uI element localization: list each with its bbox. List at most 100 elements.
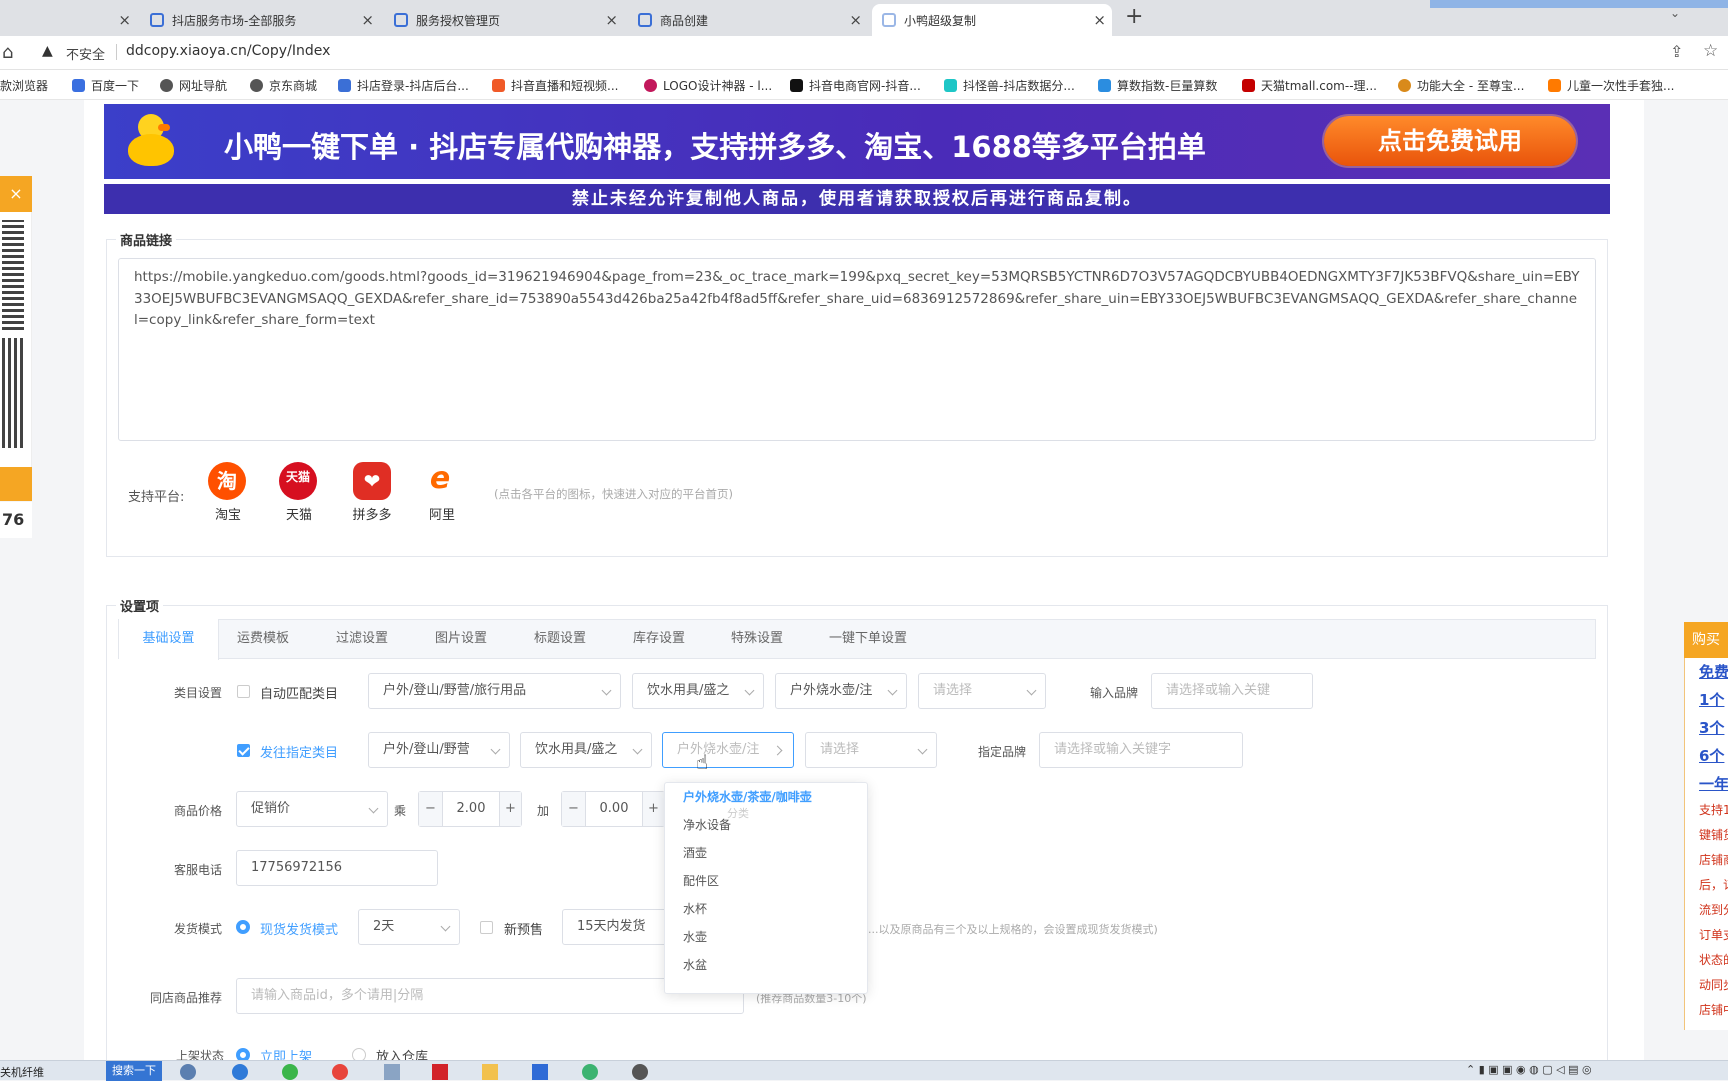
bookmark-item[interactable]: 儿童一次性手套独... (1548, 77, 1674, 94)
close-icon[interactable]: × (849, 11, 862, 29)
taskbar-search-button[interactable]: 搜索一下 (106, 1061, 162, 1081)
bookmark-item[interactable]: 算数指数-巨量算数 (1098, 77, 1217, 94)
ship-days-select[interactable]: 2天 (358, 909, 460, 945)
new-tab-button[interactable]: + (1125, 4, 1143, 29)
plus-button[interactable]: + (499, 792, 521, 826)
app-icon[interactable] (282, 1064, 298, 1080)
tab-stock-settings[interactable]: 库存设置 (633, 620, 685, 658)
app-icon[interactable] (180, 1064, 196, 1080)
security-label[interactable]: 不安全 (66, 44, 105, 63)
tab-one-click-order[interactable]: 一键下单设置 (829, 620, 907, 658)
folder-icon[interactable] (482, 1064, 498, 1080)
instock-radio[interactable] (236, 920, 250, 934)
assigned-select-4[interactable]: 请选择 (805, 732, 937, 768)
minus-button[interactable]: − (419, 792, 443, 826)
assigned-brand-input[interactable]: 请选择或输入关键字 (1039, 732, 1243, 768)
plus-button[interactable]: + (642, 792, 664, 826)
close-icon[interactable]: × (605, 11, 618, 29)
chevron-down-icon[interactable]: ⌄ (1670, 6, 1680, 20)
minus-button[interactable]: − (562, 792, 586, 826)
dropdown-item[interactable]: 配件区 (665, 867, 867, 895)
bookmark-item[interactable]: 抖店登录-抖店后台... (338, 77, 469, 94)
tab-service-market[interactable]: 抖店服务市场-全部服务 × (140, 4, 380, 36)
brand-label: 输入品牌 (1090, 686, 1139, 700)
assigned-select-1[interactable]: 户外/登山/野营 (368, 732, 510, 768)
assigned-select-2[interactable]: 饮水用具/盛之 (520, 732, 652, 768)
assigned-category-checkbox[interactable] (237, 744, 250, 757)
tab-product-create[interactable]: 商品创建 × (628, 4, 868, 36)
tab-image-settings[interactable]: 图片设置 (435, 620, 487, 658)
app-icon[interactable] (232, 1064, 248, 1080)
taobao-icon: 淘 (208, 462, 246, 500)
dropdown-item[interactable]: 水盆 (665, 951, 867, 979)
category-select-1[interactable]: 户外/登山/野营/旅行用品 (368, 673, 621, 709)
platform-name: 阿里 (428, 508, 455, 523)
bookmark-item[interactable]: 抖音电商官网-抖音... (790, 77, 921, 94)
tab-basic-settings[interactable]: 基础设置 (119, 619, 219, 660)
close-icon[interactable]: × (361, 11, 374, 29)
taobao-platform[interactable]: 淘 淘宝 (208, 462, 248, 523)
app-icon[interactable] (632, 1064, 648, 1080)
tab-title-settings[interactable]: 标题设置 (534, 620, 586, 658)
tmall-platform[interactable]: 天猫 天猫 (279, 462, 319, 523)
tab-shipping-template[interactable]: 运费模板 (237, 620, 289, 658)
multiply-value[interactable]: 2.00 (443, 792, 499, 826)
promo-banner[interactable]: 小鸭一键下单 · 抖店专属代购神器，支持拼多多、淘宝、1688等多平台拍单 点击… (104, 104, 1610, 179)
auto-match-checkbox[interactable] (237, 685, 250, 698)
app-icon[interactable] (384, 1064, 400, 1080)
tab-xiaoya-copy[interactable]: 小鸭超级复制 × (872, 4, 1112, 36)
url-field[interactable]: ddcopy.xiaoya.cn/Copy/Index (126, 43, 330, 59)
bookmark-item[interactable]: 天猫tmall.com--理... (1242, 77, 1377, 94)
plan-link-1[interactable]: 1个 (1699, 686, 1728, 714)
bookmark-item[interactable]: 功能大全 - 至尊宝... (1398, 77, 1524, 94)
bookmark-item[interactable]: LOGO设计神器 - l... (644, 77, 772, 94)
plan-link-year[interactable]: 一年 (1699, 770, 1728, 798)
taskbar: 关机纤维 搜索一下 ⌃ ▮ ▣ ▣ ◉ ◍ ▢ ◁ ▤ ◎ (0, 1060, 1728, 1081)
widget-close-button[interactable]: × (0, 176, 32, 212)
app-icon[interactable] (432, 1064, 448, 1080)
plan-link-free[interactable]: 免费 (1699, 658, 1728, 686)
dropdown-item-selected[interactable]: 户外烧水壶/茶壶/咖啡壶 (665, 783, 867, 811)
tab-filter-settings[interactable]: 过滤设置 (336, 620, 388, 658)
tab-prev[interactable]: × (0, 4, 137, 36)
dropdown-item[interactable]: 酒壶 (665, 839, 867, 867)
dropdown-item[interactable]: 水杯 (665, 895, 867, 923)
bookmark-item[interactable]: 抖音直播和短视频... (492, 77, 618, 94)
category-select-2[interactable]: 饮水用具/盛之 (632, 673, 764, 709)
category-select-3[interactable]: 户外烧水壶/注 (775, 673, 907, 709)
presale-select[interactable]: 15天内发货 (562, 909, 672, 945)
tab-auth-manage[interactable]: 服务授权管理页 × (384, 4, 624, 36)
free-trial-button[interactable]: 点击免费试用 (1324, 116, 1576, 166)
brand-input[interactable]: 请选择或输入关键 (1151, 673, 1313, 709)
phone-input[interactable]: 17756972156 (236, 850, 438, 886)
close-icon[interactable]: × (118, 11, 131, 29)
assigned-select-3[interactable]: 户外烧水壶/注 (662, 732, 794, 768)
alibaba-platform[interactable]: e 阿里 (420, 462, 464, 524)
wechat-icon[interactable] (582, 1064, 598, 1080)
widget-bar[interactable] (0, 467, 32, 501)
chevron-down-icon (601, 685, 612, 696)
plan-link-3[interactable]: 3个 (1699, 714, 1728, 742)
dropdown-item[interactable]: 水壶 (665, 923, 867, 951)
category-select-4[interactable]: 请选择 (918, 673, 1046, 709)
close-icon[interactable]: × (1093, 11, 1106, 29)
dropdown-item[interactable]: 净水设备 (665, 811, 867, 839)
presale-checkbox[interactable] (480, 921, 493, 934)
plan-link-6[interactable]: 6个 (1699, 742, 1728, 770)
add-value[interactable]: 0.00 (586, 792, 642, 826)
qr-code-icon (2, 338, 24, 448)
price-type-select[interactable]: 促销价 (236, 791, 388, 827)
bookmark-item[interactable]: 京东商城 (250, 77, 317, 94)
bookmark-item[interactable]: 百度一下 (72, 77, 139, 94)
star-icon[interactable]: ☆ (1703, 41, 1718, 61)
app-icon[interactable] (532, 1064, 548, 1080)
chrome-icon[interactable] (332, 1064, 348, 1080)
tab-special-settings[interactable]: 特殊设置 (731, 620, 783, 658)
home-icon[interactable]: ⌂ (2, 42, 13, 63)
share-icon[interactable]: ⇪ (1670, 42, 1683, 61)
product-url-textarea[interactable]: https://mobile.yangkeduo.com/goods.html?… (118, 258, 1596, 441)
bookmark-item[interactable]: 网址导航 (160, 77, 227, 94)
bookmark-item[interactable]: 款浏览器 (0, 77, 48, 94)
pinduoduo-platform[interactable]: ❤ 拼多多 (350, 462, 394, 523)
bookmark-item[interactable]: 抖怪兽-抖店数据分... (944, 77, 1075, 94)
